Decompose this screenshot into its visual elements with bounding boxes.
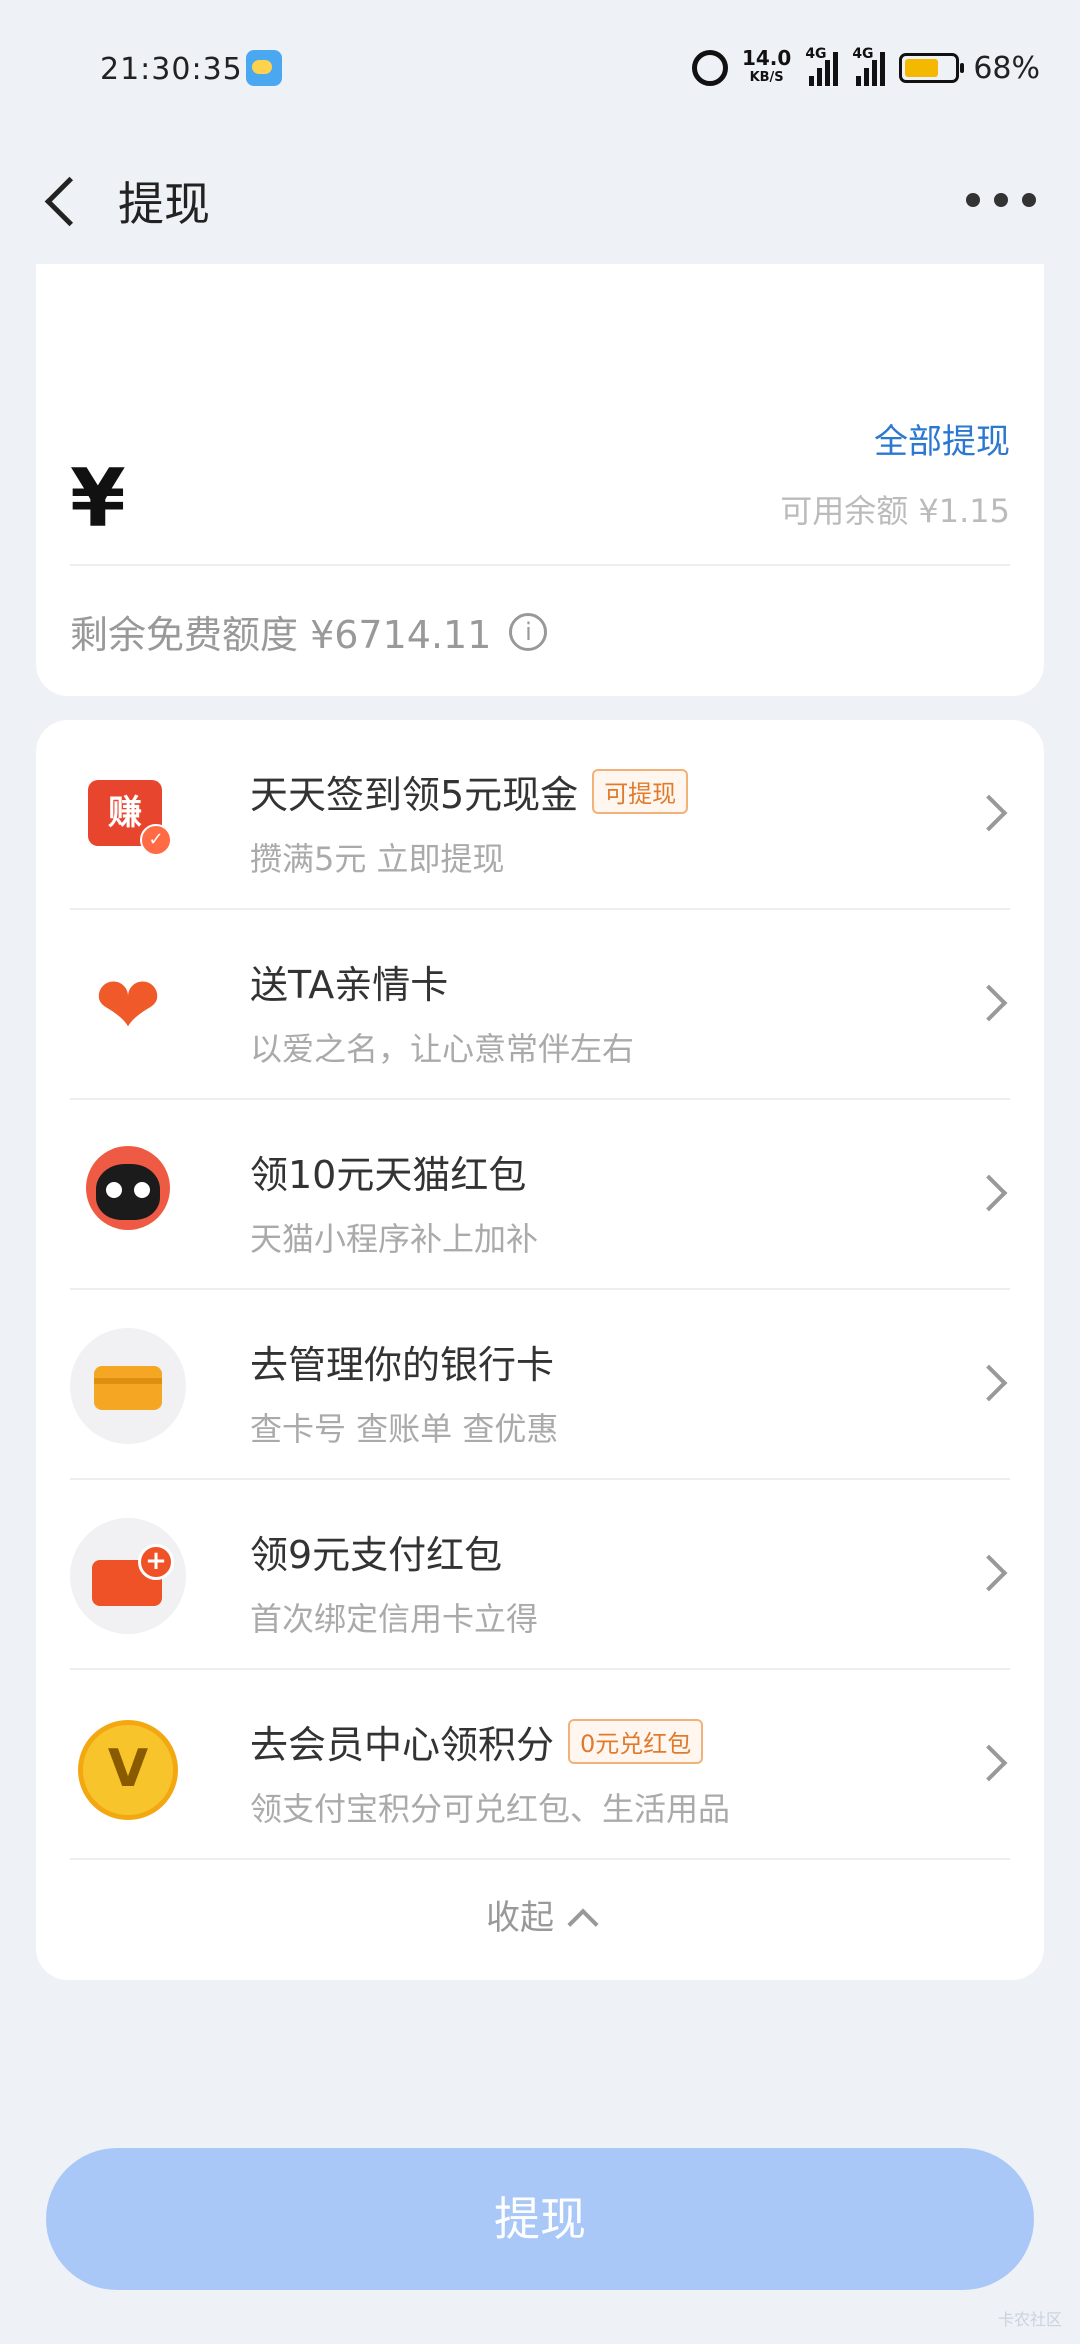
signal-icon-2: 4G — [852, 46, 886, 86]
list-item-tag: 可提现 — [592, 769, 689, 814]
earn-icon: 赚 — [70, 758, 186, 874]
chevron-right-icon — [970, 1554, 1008, 1592]
status-bar: 21:30:35 14.0 KB/S 4G 4G 68% — [0, 0, 1080, 140]
list-item-title: 送TA亲情卡 — [250, 954, 448, 1009]
network-speed: 14.0 KB/S — [742, 48, 791, 88]
list-item-subtitle: 领支付宝积分可兑红包、生活用品 — [250, 1790, 731, 1828]
free-quota: 剩余免费额度 ¥6714.11 i — [70, 604, 548, 659]
list-item-title: 天天签到领5元现金 可提现 — [250, 764, 689, 819]
nav-bar: 提现 — [0, 140, 1080, 264]
list-item-subtitle: 首次绑定信用卡立得 — [250, 1600, 539, 1638]
watermark: 卡农社区 — [997, 2310, 1062, 2329]
chevron-right-icon — [970, 1744, 1008, 1782]
free-quota-text: 剩余免费额度 ¥6714.11 — [70, 613, 492, 657]
available-balance: 可用余额 ¥1.15 — [780, 492, 1010, 530]
list-item-title-text: 去会员中心领积分 — [250, 1723, 555, 1767]
network-speed-unit: KB/S — [749, 70, 784, 85]
tmall-cat-icon — [86, 1146, 170, 1230]
list-item-title: 去管理你的银行卡 — [250, 1334, 554, 1389]
promotion-list: 赚 天天签到领5元现金 可提现 攒满5元 立即提现 ❤ 送TA亲情卡 以爱之名，… — [36, 720, 1044, 1980]
withdraw-all-link[interactable]: 全部提现 — [874, 414, 1010, 463]
battery-icon — [899, 53, 965, 83]
status-indicators: 14.0 KB/S 4G 4G 68% — [691, 46, 1040, 90]
list-item-title-text: 送TA亲情卡 — [250, 963, 449, 1007]
list-item-title-text: 去管理你的银行卡 — [250, 1343, 555, 1387]
list-item[interactable]: 去管理你的银行卡 查卡号 查账单 查优惠 — [70, 1290, 1010, 1480]
weather-icon — [246, 50, 282, 86]
chevron-right-icon — [970, 1174, 1008, 1212]
list-item-subtitle: 攒满5元 立即提现 — [250, 840, 505, 878]
bank-card-icon — [70, 1328, 186, 1444]
list-item[interactable]: ❤ 送TA亲情卡 以爱之名，让心意常伴左右 — [70, 910, 1010, 1100]
list-item-title: 去会员中心领积分 0元兑红包 — [250, 1714, 704, 1769]
chevron-right-icon — [970, 984, 1008, 1022]
battery-percent: 68% — [973, 50, 1040, 86]
signal-type-label-2: 4G — [852, 46, 874, 62]
page-title: 提现 — [118, 177, 210, 231]
signal-type-label: 4G — [805, 46, 827, 62]
withdraw-amount-card: 全部提现 ¥ 可用余额 ¥1.15 剩余免费额度 ¥6714.11 i — [36, 264, 1044, 696]
more-icon[interactable] — [966, 180, 1036, 220]
heart-card-icon: ❤ — [94, 959, 162, 1052]
chevron-right-icon — [970, 794, 1008, 832]
signal-icon: 4G — [805, 46, 839, 86]
network-speed-value: 14.0 — [741, 46, 792, 70]
list-item[interactable]: 领9元支付红包 首次绑定信用卡立得 — [70, 1480, 1010, 1670]
list-item-title-text: 天天签到领5元现金 — [250, 773, 579, 817]
collapse-label: 收起 — [486, 1898, 554, 1938]
list-item-title: 领10元天猫红包 — [250, 1144, 526, 1199]
currency-symbol[interactable]: ¥ — [70, 452, 126, 545]
list-item-title-text: 领9元支付红包 — [250, 1533, 503, 1577]
list-item-title-text: 领10元天猫红包 — [250, 1153, 527, 1197]
list-item[interactable]: V 去会员中心领积分 0元兑红包 领支付宝积分可兑红包、生活用品 — [70, 1670, 1010, 1860]
info-icon[interactable]: i — [509, 612, 548, 651]
divider — [70, 564, 1010, 566]
list-item-subtitle: 以爱之名，让心意常伴左右 — [250, 1030, 635, 1068]
vip-icon: V — [70, 1708, 186, 1824]
list-item[interactable]: 赚 天天签到领5元现金 可提现 攒满5元 立即提现 — [70, 720, 1010, 910]
divider — [70, 1858, 1010, 1860]
list-item[interactable]: 领10元天猫红包 天猫小程序补上加补 — [70, 1100, 1010, 1290]
credit-card-add-icon — [70, 1518, 186, 1634]
list-item-title: 领9元支付红包 — [250, 1524, 502, 1579]
chevron-up-icon — [567, 1908, 599, 1940]
list-item-tag: 0元兑红包 — [568, 1719, 704, 1764]
alarm-icon — [691, 50, 728, 86]
withdraw-button[interactable]: 提现 — [46, 2148, 1034, 2290]
status-time: 21:30:35 — [100, 52, 243, 87]
collapse-button[interactable]: 收起 — [36, 1890, 1044, 1940]
list-item-subtitle: 查卡号 查账单 查优惠 — [250, 1410, 559, 1448]
list-item-subtitle: 天猫小程序补上加补 — [250, 1220, 539, 1258]
back-icon[interactable] — [36, 168, 100, 232]
chevron-right-icon — [970, 1364, 1008, 1402]
